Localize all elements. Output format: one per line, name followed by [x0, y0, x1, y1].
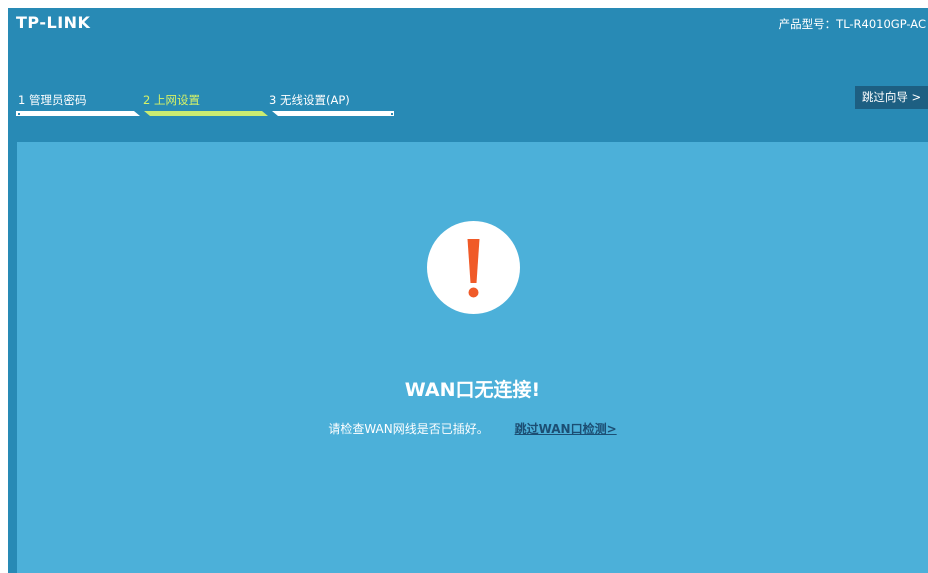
error-description: 请检查WAN网线是否已插好。: [328, 422, 489, 436]
progress-end-marker: [391, 113, 393, 115]
step-wireless-settings: 3 无线设置(AP): [269, 93, 350, 107]
error-message-line: 请检查WAN网线是否已插好。 跳过WAN口检测>: [17, 420, 928, 437]
router-setup-window: TP-LINK 产品型号：TL-R4010GP-AC 1 管理员密码 2 上网设…: [8, 8, 928, 573]
tp-link-logo: TP-LINK: [16, 13, 91, 32]
content-panel: WAN口无连接! 请检查WAN网线是否已插好。 跳过WAN口检测>: [17, 142, 928, 573]
model-info: 产品型号：TL-R4010GP-AC: [779, 16, 926, 32]
error-title: WAN口无连接!: [404, 379, 541, 401]
model-value: TL-R4010GP-AC: [836, 17, 926, 31]
skip-wan-check-link[interactable]: 跳过WAN口检测>: [515, 422, 617, 436]
model-label: 产品型号：: [778, 17, 837, 31]
alert-circle: [427, 221, 520, 314]
step-admin-password: 1 管理员密码: [18, 93, 87, 107]
skip-wizard-button[interactable]: 跳过向导 >: [855, 86, 928, 109]
progress-start-marker: [18, 113, 20, 115]
step-internet-settings: 2 上网设置: [143, 93, 200, 107]
step-wireless-settings-bar: [272, 111, 394, 116]
step-internet-settings-bar: [144, 111, 268, 116]
wizard-steps: 1 管理员密码 2 上网设置 3 无线设置(AP): [16, 92, 396, 120]
step-admin-password-bar: [16, 111, 140, 116]
exclamation-icon: [467, 239, 480, 298]
